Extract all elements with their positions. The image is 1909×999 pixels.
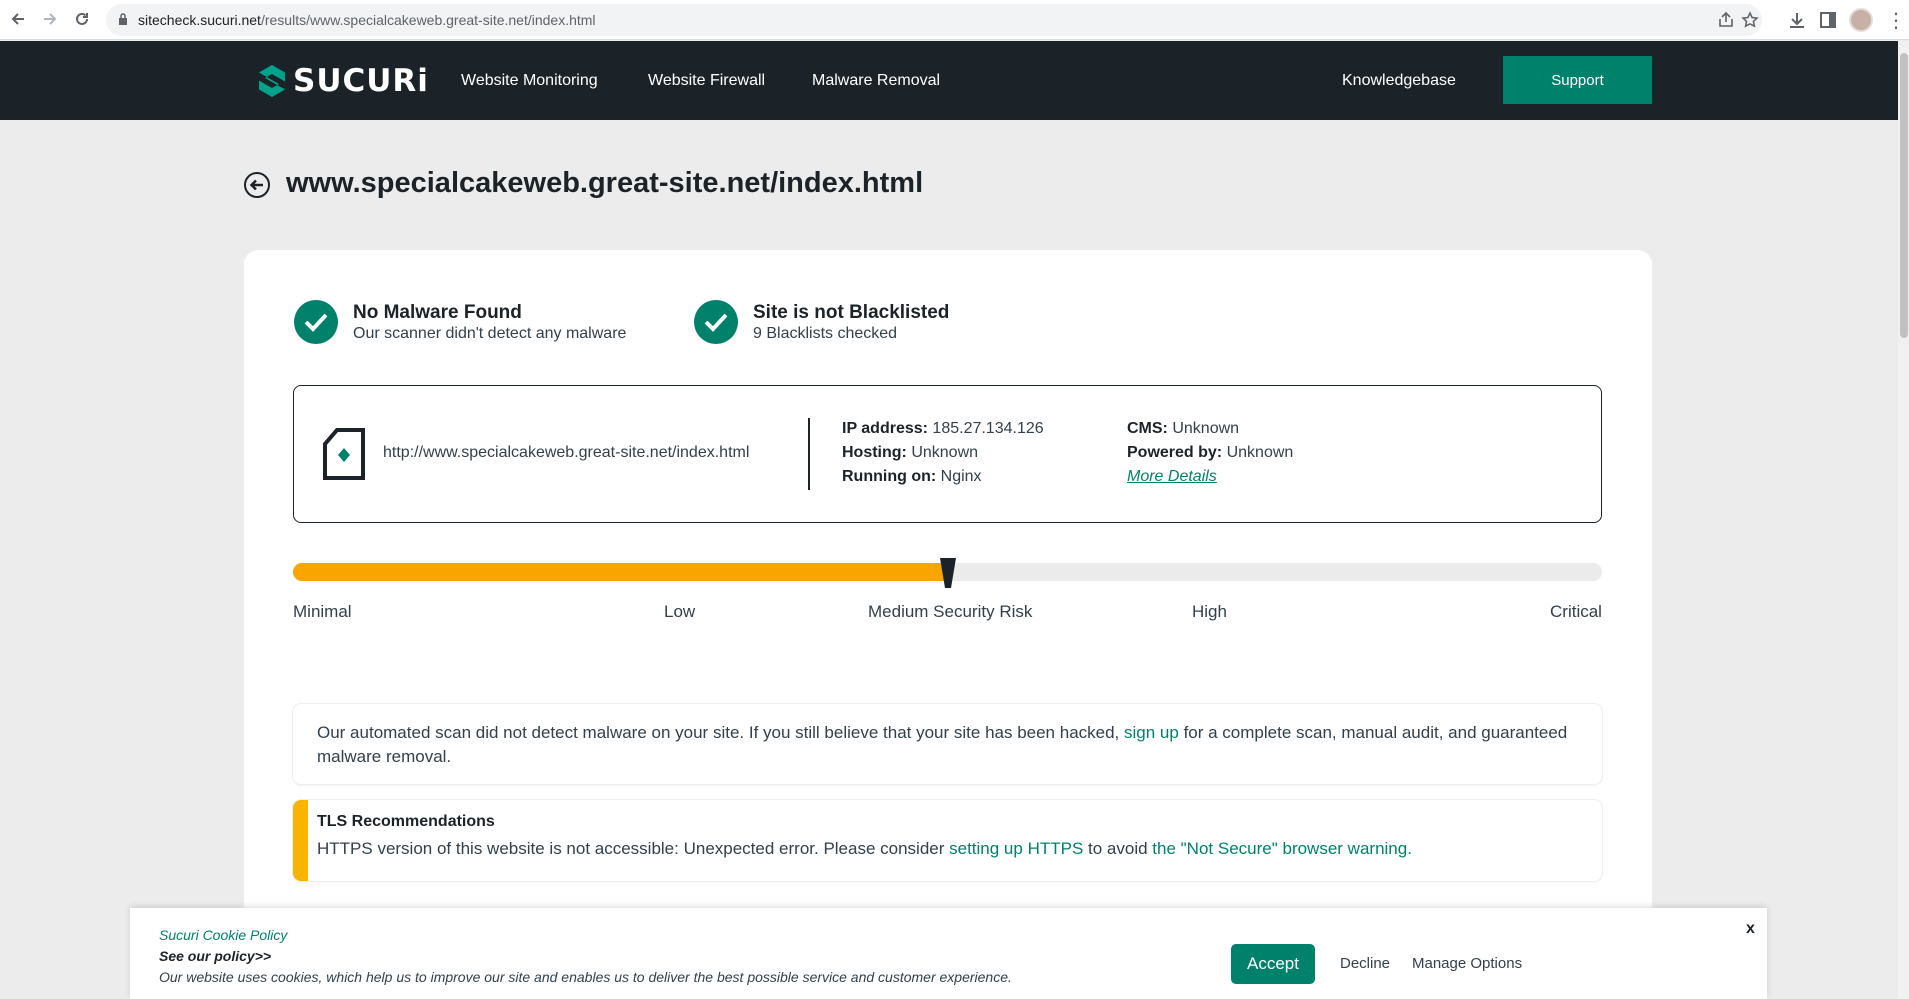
not-secure-warning-link[interactable]: the "Not Secure" browser warning. [1152,839,1412,858]
share-icon[interactable] [1717,11,1735,29]
back-arrow-icon[interactable] [5,6,31,32]
running-value: Nginx [940,468,982,485]
logo-text: SUCURi [293,63,429,99]
hosting-label: Hosting: [842,444,907,461]
nav-malware-removal[interactable]: Malware Removal [812,72,940,90]
security-risk-bar [293,558,1602,588]
accept-cookies-button[interactable]: Accept [1231,944,1315,984]
site-info-box: http://www.specialcakeweb.great-site.net… [293,385,1602,523]
back-circle-icon[interactable] [243,171,271,199]
url-text: sitecheck.sucuri.net/results/www.special… [138,12,596,28]
profile-avatar[interactable] [1849,8,1873,32]
malware-status: No Malware Found Our scanner didn't dete… [294,300,626,344]
download-icon[interactable] [1787,10,1807,30]
notice-text-before: Our automated scan did not detect malwar… [317,723,1125,742]
ip-value: 185.27.134.126 [932,420,1044,437]
website-file-icon [323,428,365,480]
hosting-row: Hosting: Unknown [842,444,978,462]
risk-label-medium: Medium Security Risk [868,602,1033,621]
tls-recommendations: TLS Recommendations HTTPS version of thi… [293,800,1602,881]
powered-value: Unknown [1226,444,1294,461]
cookie-description: Our website uses cookies, which help us … [159,969,1012,985]
nav-website-firewall[interactable]: Website Firewall [648,72,765,90]
ip-address-row: IP address: 185.27.134.126 [842,420,1044,438]
lock-icon [119,13,127,25]
manage-options-button[interactable]: Manage Options [1412,955,1522,972]
powered-label: Powered by: [1127,444,1223,461]
browser-menu-icon[interactable]: ⋮ [1886,8,1906,33]
info-divider [808,418,810,490]
malware-status-title: No Malware Found [353,302,522,323]
ip-label: IP address: [842,420,928,437]
tls-text: HTTPS version of this website is not acc… [317,837,1578,861]
more-details-link[interactable]: More Details [1127,468,1217,486]
support-button[interactable]: Support [1503,56,1652,104]
running-on-row: Running on: Nginx [842,468,982,486]
tls-text-mid: to avoid [1083,839,1153,858]
url-host: sitecheck.sucuri.net [138,12,261,28]
see-policy-link[interactable]: See our policy>> [159,948,271,964]
side-panel-icon[interactable] [1818,10,1838,30]
close-banner-icon[interactable]: x [1746,920,1755,938]
cookie-banner: Sucuri Cookie Policy See our policy>> Ou… [130,908,1767,999]
decline-cookies-button[interactable]: Decline [1340,955,1390,972]
tls-title: TLS Recommendations [317,813,495,830]
scanned-url: http://www.specialcakeweb.great-site.net… [383,444,750,461]
risk-level-fill [293,563,948,581]
warning-accent-bar [293,800,308,881]
check-circle-icon [294,300,338,344]
risk-marker-icon [940,558,956,588]
browser-toolbar: sitecheck.sucuri.net/results/www.special… [0,0,1909,40]
risk-label-minimal: Minimal [293,602,352,621]
results-card: No Malware Found Our scanner didn't dete… [244,250,1652,999]
hosting-value: Unknown [911,444,979,461]
reload-icon[interactable] [69,6,95,32]
nav-website-monitoring[interactable]: Website Monitoring [461,72,598,90]
cookie-policy-title: Sucuri Cookie Policy [159,927,288,943]
scan-notice-text: Our automated scan did not detect malwar… [317,721,1578,769]
nav-knowledgebase[interactable]: Knowledgebase [1342,72,1456,90]
address-bar[interactable]: sitecheck.sucuri.net/results/www.special… [106,4,1762,36]
tls-text-before: HTTPS version of this website is not acc… [317,839,950,858]
sucuri-logo-icon [259,65,285,97]
cms-value: Unknown [1172,420,1240,437]
url-path: /results/www.specialcakeweb.great-site.n… [260,12,596,28]
blacklist-status-title: Site is not Blacklisted [753,302,950,323]
setting-up-https-link[interactable]: setting up HTTPS [949,839,1083,858]
sucuri-logo[interactable]: SUCURi [257,63,429,99]
risk-label-low: Low [664,602,696,621]
scan-notice: Our automated scan did not detect malwar… [293,704,1602,784]
page-title: www.specialcakeweb.great-site.net/index.… [286,167,924,199]
blacklist-status-subtitle: 9 Blacklists checked [753,325,898,342]
malware-status-subtitle: Our scanner didn't detect any malware [353,325,627,342]
running-label: Running on: [842,468,937,485]
powered-by-row: Powered by: Unknown [1127,444,1293,462]
bookmark-star-icon[interactable] [1741,11,1759,29]
risk-label-high: High [1192,602,1227,621]
cms-label: CMS: [1127,420,1168,437]
site-header: SUCURi Website Monitoring Website Firewa… [0,41,1898,120]
check-circle-icon [694,300,738,344]
forward-arrow-icon[interactable] [37,6,63,32]
risk-label-critical: Critical [1550,602,1602,621]
blacklist-status: Site is not Blacklisted 9 Blacklists che… [694,300,949,344]
sign-up-link[interactable]: sign up [1124,723,1179,742]
scrollbar-thumb[interactable] [1900,53,1908,338]
cms-row: CMS: Unknown [1127,420,1239,438]
